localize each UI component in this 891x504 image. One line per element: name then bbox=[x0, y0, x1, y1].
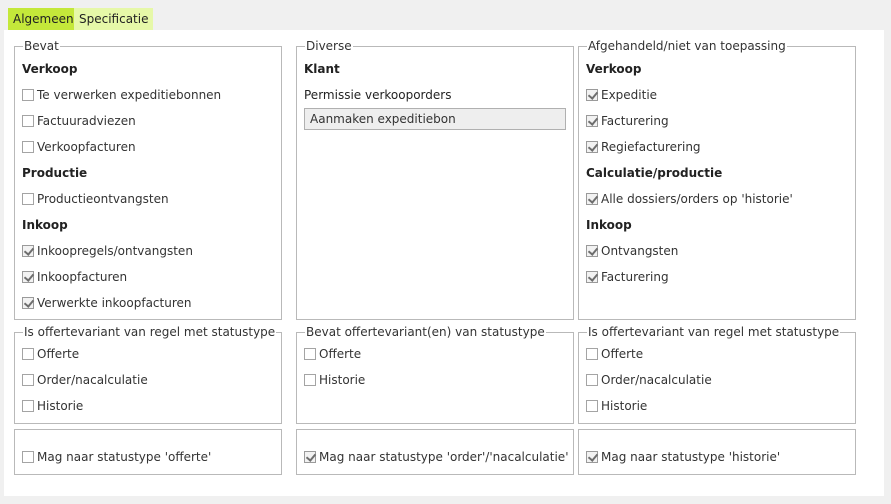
checkbox-box[interactable] bbox=[304, 348, 316, 360]
checkbox-mag-naar-order-nacalculatie[interactable]: Mag naar statustype 'order'/'nacalculati… bbox=[304, 448, 569, 466]
group-diverse: Diverse Klant Permissie verkooporders Aa… bbox=[296, 39, 574, 320]
checkbox-label: Verwerkte inkoopfacturen bbox=[37, 296, 192, 310]
group-bevat-offertevariant: Bevat offertevariant(en) van statustype … bbox=[296, 325, 574, 424]
checkbox-label: Verkoopfacturen bbox=[37, 140, 136, 154]
checkbox-alle-dossiers-historie[interactable]: Alle dossiers/orders op 'historie' bbox=[586, 190, 793, 208]
section-heading-verkoop: Verkoop bbox=[22, 62, 78, 76]
checkbox-box[interactable] bbox=[586, 271, 598, 283]
checkbox-label: Order/nacalculatie bbox=[601, 373, 712, 387]
checkbox-historie[interactable]: Historie bbox=[22, 397, 83, 415]
checkbox-mag-naar-historie[interactable]: Mag naar statustype 'historie' bbox=[586, 448, 780, 466]
checkbox-order-nacalculatie[interactable]: Order/nacalculatie bbox=[22, 371, 148, 389]
checkbox-label: Offerte bbox=[319, 347, 362, 361]
checkbox-label: Historie bbox=[601, 399, 648, 413]
checkbox-label: Inkoopfacturen bbox=[37, 270, 128, 284]
checkbox-order-nacalculatie[interactable]: Order/nacalculatie bbox=[586, 371, 712, 389]
checkbox-mag-naar-offerte[interactable]: Mag naar statustype 'offerte' bbox=[22, 448, 211, 466]
checkbox-ontvangsten[interactable]: Ontvangsten bbox=[586, 242, 678, 260]
group-title: Is offertevariant van regel met statusty… bbox=[587, 325, 841, 339]
permissie-verkooporders-label: Permissie verkooporders bbox=[304, 88, 452, 102]
checkbox-label: Productieontvangsten bbox=[37, 192, 169, 206]
section-heading-calculatie-productie: Calculatie/productie bbox=[586, 166, 723, 180]
checkbox-box[interactable] bbox=[586, 141, 598, 153]
checkbox-label: Factuuradviezen bbox=[37, 114, 136, 128]
checkbox-offerte[interactable]: Offerte bbox=[304, 345, 361, 363]
checkbox-label: Facturering bbox=[601, 114, 669, 128]
checkbox-te-verwerken-expeditiebonnen[interactable]: Te verwerken expeditiebonnen bbox=[22, 86, 221, 104]
checkbox-label: Facturering bbox=[601, 270, 669, 284]
checkbox-facturering[interactable]: Facturering bbox=[586, 112, 669, 130]
checkbox-label: Mag naar statustype 'order'/'nacalculati… bbox=[319, 450, 569, 464]
checkbox-box[interactable] bbox=[22, 374, 34, 386]
group-title: Bevat offertevariant(en) van statustype bbox=[305, 325, 546, 339]
checkbox-box[interactable] bbox=[22, 115, 34, 127]
checkbox-box[interactable] bbox=[586, 400, 598, 412]
checkbox-box[interactable] bbox=[22, 193, 34, 205]
checkbox-box[interactable] bbox=[22, 89, 34, 101]
checkbox-expeditie[interactable]: Expeditie bbox=[586, 86, 657, 104]
group-title: Diverse bbox=[305, 39, 353, 53]
section-heading-verkoop: Verkoop bbox=[586, 62, 642, 76]
checkbox-facturering-inkoop[interactable]: Facturering bbox=[586, 268, 669, 286]
checkbox-box[interactable] bbox=[22, 297, 34, 309]
checkbox-inkoopfacturen[interactable]: Inkoopfacturen bbox=[22, 268, 127, 286]
checkbox-box[interactable] bbox=[22, 245, 34, 257]
checkbox-verwerkte-inkoopfacturen[interactable]: Verwerkte inkoopfacturen bbox=[22, 294, 191, 312]
tab-content-panel: Bevat Verkoop Te verwerken expeditiebonn… bbox=[4, 30, 884, 496]
checkbox-box[interactable] bbox=[586, 451, 598, 463]
checkbox-box[interactable] bbox=[22, 141, 34, 153]
checkbox-label: Historie bbox=[319, 373, 366, 387]
checkbox-box[interactable] bbox=[586, 193, 598, 205]
group-title: Is offertevariant van regel met statusty… bbox=[23, 325, 277, 339]
section-heading-inkoop: Inkoop bbox=[586, 218, 632, 232]
group-mag-naar-order: Mag naar statustype 'order'/'nacalculati… bbox=[296, 429, 574, 475]
checkbox-box[interactable] bbox=[586, 245, 598, 257]
checkbox-label: Ontvangsten bbox=[601, 244, 679, 258]
checkbox-factuuradviezen[interactable]: Factuuradviezen bbox=[22, 112, 136, 130]
section-heading-inkoop: Inkoop bbox=[22, 218, 68, 232]
group-mag-naar-historie: Mag naar statustype 'historie' bbox=[578, 429, 856, 475]
permissie-verkooporders-field[interactable]: Aanmaken expeditiebon bbox=[304, 108, 566, 130]
section-heading-klant: Klant bbox=[304, 62, 340, 76]
group-mag-naar-offerte: Mag naar statustype 'offerte' bbox=[14, 429, 282, 475]
checkbox-box[interactable] bbox=[586, 115, 598, 127]
checkbox-inkoopregels-ontvangsten[interactable]: Inkoopregels/ontvangsten bbox=[22, 242, 193, 260]
group-bevat: Bevat Verkoop Te verwerken expeditiebonn… bbox=[14, 39, 282, 320]
checkbox-offerte[interactable]: Offerte bbox=[22, 345, 79, 363]
checkbox-label: Historie bbox=[37, 399, 84, 413]
checkbox-regiefacturering[interactable]: Regiefacturering bbox=[586, 138, 701, 156]
group-afgehandeld: Afgehandeld/niet van toepassing Verkoop … bbox=[578, 39, 856, 320]
checkbox-offerte[interactable]: Offerte bbox=[586, 345, 643, 363]
checkbox-label: Mag naar statustype 'historie' bbox=[601, 450, 781, 464]
checkbox-label: Regiefacturering bbox=[601, 140, 701, 154]
checkbox-label: Offerte bbox=[601, 347, 644, 361]
checkbox-label: Mag naar statustype 'offerte' bbox=[37, 450, 212, 464]
checkbox-box[interactable] bbox=[586, 374, 598, 386]
group-title: Bevat bbox=[23, 39, 60, 53]
checkbox-box[interactable] bbox=[586, 89, 598, 101]
checkbox-verkoopfacturen[interactable]: Verkoopfacturen bbox=[22, 138, 136, 156]
checkbox-label: Order/nacalculatie bbox=[37, 373, 148, 387]
checkbox-label: Expeditie bbox=[601, 88, 658, 102]
checkbox-box[interactable] bbox=[304, 374, 316, 386]
checkbox-box[interactable] bbox=[304, 451, 316, 463]
checkbox-label: Inkoopregels/ontvangsten bbox=[37, 244, 193, 258]
section-heading-productie: Productie bbox=[22, 166, 88, 180]
group-is-offertevariant-2: Is offertevariant van regel met statusty… bbox=[578, 325, 856, 424]
checkbox-box[interactable] bbox=[22, 451, 34, 463]
checkbox-box[interactable] bbox=[22, 348, 34, 360]
group-title: Afgehandeld/niet van toepassing bbox=[587, 39, 787, 53]
checkbox-historie[interactable]: Historie bbox=[586, 397, 647, 415]
checkbox-label: Offerte bbox=[37, 347, 80, 361]
checkbox-label: Te verwerken expeditiebonnen bbox=[37, 88, 222, 102]
group-is-offertevariant-1: Is offertevariant van regel met statusty… bbox=[14, 325, 282, 424]
checkbox-historie[interactable]: Historie bbox=[304, 371, 365, 389]
checkbox-productieontvangsten[interactable]: Productieontvangsten bbox=[22, 190, 169, 208]
tab-algemeen[interactable]: Algemeen bbox=[8, 8, 79, 30]
checkbox-box[interactable] bbox=[22, 400, 34, 412]
checkbox-box[interactable] bbox=[586, 348, 598, 360]
checkbox-box[interactable] bbox=[22, 271, 34, 283]
checkbox-label: Alle dossiers/orders op 'historie' bbox=[601, 192, 793, 206]
tab-specificatie[interactable]: Specificatie bbox=[74, 8, 154, 30]
